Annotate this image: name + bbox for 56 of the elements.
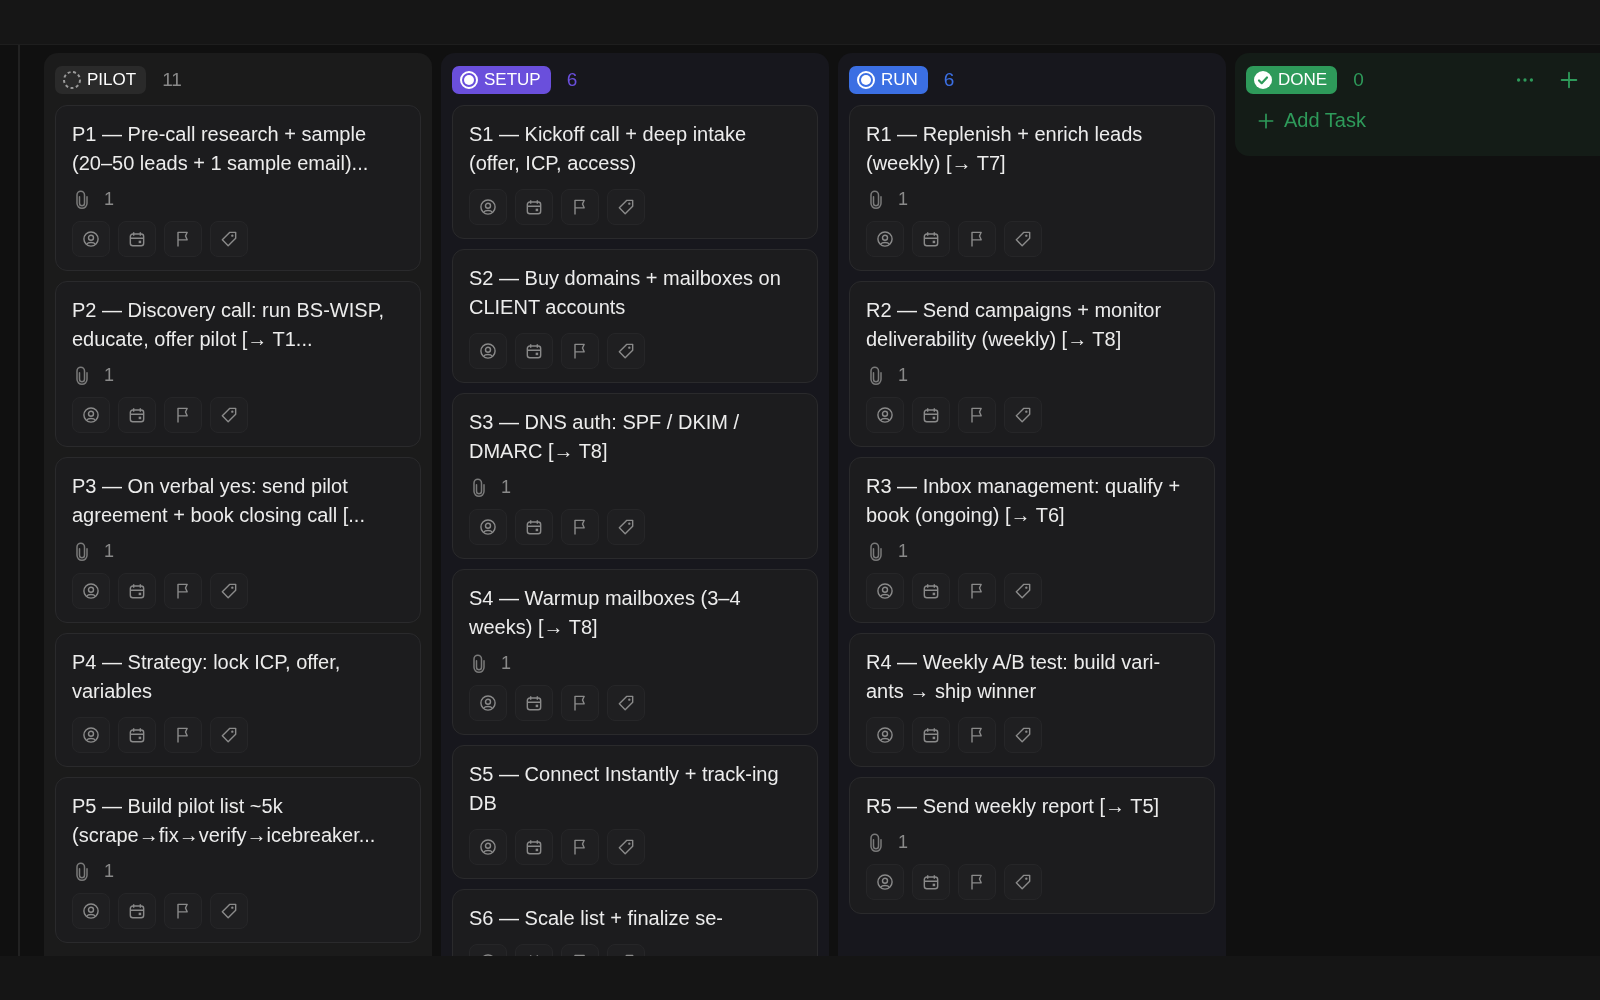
attachment-count: 1: [104, 861, 114, 882]
task-title: P5 — Build pilot list ~5k (scrape→fix→verify→icebreaker...: [72, 794, 377, 848]
task-title: R2 — Send campaigns + monitor deliverability (weekly) [→ T8]: [866, 298, 1163, 352]
task-card[interactable]: P5 — Build pilot list ~5k (scrape→fix→verify→icebreaker... 1: [55, 777, 421, 943]
check-circle-icon: [1253, 70, 1273, 90]
status-badge[interactable]: SETUP: [452, 66, 551, 94]
task-title: R1 — Replenish + enrich leads (weekly) [→ T7]: [866, 122, 1144, 176]
task-card[interactable]: R5 — Send weekly report [→ T5] 1: [849, 777, 1215, 914]
task-card[interactable]: P2 — Discovery call: run BS-WISP, educate, offer pilot [→ T1... 1: [55, 281, 421, 447]
task-title: S1 — Kickoff call + deep intake (offer, ICP, access): [469, 122, 747, 176]
attachment-count: 1: [898, 832, 908, 853]
task-card[interactable]: S4 — Warmup mailboxes (3–4 weeks) [→ T8] 1: [452, 569, 818, 735]
task-card[interactable]: P4 — Strategy: lock ICP, offer, variables: [55, 633, 421, 767]
task-card[interactable]: R1 — Replenish + enrich leads (weekly) [→ T7] 1: [849, 105, 1215, 271]
add-task-button[interactable]: Add Task: [1246, 105, 1376, 136]
task-title: P1 — Pre-call research + sample (20–50 leads + 1 sample email)...: [72, 122, 370, 176]
task-count: 6: [566, 69, 578, 91]
attachment-count: 1: [898, 541, 908, 562]
task-title: P3 — On verbal yes: send pilot agreement + book closing call [...: [72, 474, 366, 528]
task-title: P4 — Strategy: lock ICP, offer, variables: [72, 650, 342, 704]
task-title: S6 — Scale list + finalize se-: [469, 906, 724, 931]
radio-circle-icon: [856, 70, 876, 90]
task-card[interactable]: S5 — Connect Instantly + track-ing DB: [452, 745, 818, 879]
dashed-circle-icon: [62, 70, 82, 90]
task-title: R4 — Weekly A/B test: build vari-ants → ship winner: [866, 650, 1162, 704]
add-icon[interactable]: [1558, 69, 1580, 91]
task-title: S2 — Buy domains + mailboxes on CLIENT accounts: [469, 266, 782, 320]
task-title: S4 — Warmup mailboxes (3–4 weeks) [→ T8]: [469, 586, 742, 640]
attachment-count: 1: [898, 189, 908, 210]
status-badge[interactable]: DONE: [1246, 66, 1338, 94]
task-card[interactable]: P1 — Pre-call research + sample (20–50 leads + 1 sample email)... 1: [55, 105, 421, 271]
task-title: P2 — Discovery call: run BS-WISP, educate, offer pilot [→ T1...: [72, 298, 385, 352]
task-title: S5 — Connect Instantly + track-ing DB: [469, 762, 780, 816]
task-card[interactable]: S6 — Scale list + finalize se-: [452, 889, 818, 956]
task-card[interactable]: R4 — Weekly A/B test: build vari-ants → ship winner: [849, 633, 1215, 767]
status-badge[interactable]: PILOT: [55, 66, 147, 94]
attachment-count: 1: [104, 189, 114, 210]
task-card[interactable]: S2 — Buy domains + mailboxes on CLIENT accounts: [452, 249, 818, 383]
radio-circle-icon: [459, 70, 479, 90]
status-badge[interactable]: RUN: [849, 66, 928, 94]
task-title: S3 — DNS auth: SPF / DKIM / DMARC [→ T8]: [469, 410, 741, 464]
task-count: 6: [943, 69, 955, 91]
task-count: 11: [162, 69, 182, 91]
attachment-count: 1: [501, 653, 511, 674]
attachment-count: 1: [104, 541, 114, 562]
task-title: R3 — Inbox management: qualify + book (ongoing) [→ T6]: [866, 474, 1182, 528]
task-card[interactable]: S1 — Kickoff call + deep intake (offer, ICP, access): [452, 105, 818, 239]
attachment-count: 1: [104, 365, 114, 386]
task-card[interactable]: P3 — On verbal yes: send pilot agreement + book closing call [... 1: [55, 457, 421, 623]
task-card[interactable]: S3 — DNS auth: SPF / DKIM / DMARC [→ T8] 1: [452, 393, 818, 559]
task-card[interactable]: R2 — Send campaigns + monitor deliverability (weekly) [→ T8] 1: [849, 281, 1215, 447]
task-card[interactable]: R3 — Inbox management: qualify + book (ongoing) [→ T6] 1: [849, 457, 1215, 623]
attachment-count: 1: [898, 365, 908, 386]
task-count: 0: [1353, 69, 1364, 91]
task-title: R5 — Send weekly report [→ T5]: [866, 794, 1161, 819]
attachment-count: 1: [501, 477, 511, 498]
